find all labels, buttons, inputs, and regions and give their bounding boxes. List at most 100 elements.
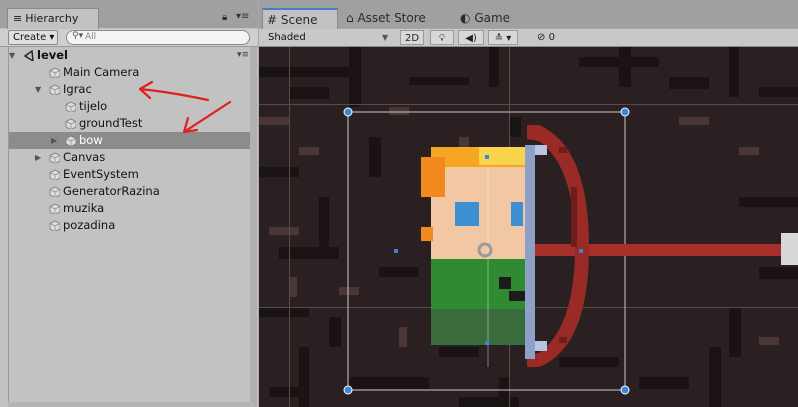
eye-slash-icon: ⊘ [537, 32, 546, 43]
create-button[interactable]: Create ▾ [8, 30, 58, 45]
hierarchy-item[interactable]: groundTest [9, 115, 255, 132]
background-tile [559, 357, 619, 367]
audio-toggle-icon[interactable]: ◀) [458, 30, 484, 45]
hierarchy-item-label: pozadina [63, 218, 116, 232]
scene-unity-icon [23, 50, 34, 61]
lock-icon[interactable]: 🔒︎ [222, 12, 227, 23]
2d-toggle-button[interactable]: 2D [400, 30, 424, 45]
background-tile [669, 77, 709, 89]
hierarchy-item[interactable]: Main Camera [9, 64, 255, 81]
hierarchy-item-label: tijelo [79, 99, 108, 113]
hierarchy-item-label: EventSystem [63, 167, 139, 181]
row-menu-icon[interactable]: ▾≡ [237, 47, 249, 64]
hierarchy-item-label: groundTest [79, 116, 143, 130]
game-icon: ◐ [460, 11, 471, 25]
background-tile [349, 377, 429, 389]
background-tile [489, 47, 499, 87]
bow-string [525, 145, 535, 359]
hierarchy-item-label: Main Camera [63, 65, 140, 79]
background-tile [639, 377, 689, 389]
resize-edge-handle[interactable] [579, 249, 583, 253]
background-tile [259, 67, 349, 77]
hierarchy-tab[interactable]: ≡ Hierarchy [7, 8, 99, 29]
resize-corner-handle[interactable] [620, 107, 630, 117]
hierarchy-item[interactable]: ▼ level ▾≡ [9, 47, 255, 64]
character-hair [421, 227, 433, 241]
character-eye [455, 202, 479, 226]
hierarchy-item-label: muzika [63, 201, 105, 215]
scene-viewport[interactable] [259, 47, 798, 407]
background-tile [289, 87, 329, 99]
tab-game[interactable]: ◐ Game [460, 8, 510, 29]
hierarchy-item-label: bow [79, 133, 103, 147]
background-tile [299, 147, 319, 155]
resize-edge-handle[interactable] [485, 341, 489, 345]
tab-game-label: Game [474, 11, 511, 25]
gameobject-cube-icon [65, 135, 76, 146]
background-tile [279, 247, 339, 259]
character-belt [509, 291, 525, 301]
lighting-toggle-icon[interactable]: 💡︎ [430, 30, 454, 45]
panel-menu-icon[interactable]: ▾≡ [236, 11, 249, 22]
hierarchy-scrollbar[interactable] [250, 47, 257, 407]
create-button-label: Create [13, 32, 47, 43]
hierarchy-list: ▼ level ▾≡ Main Camera ▼ Igrac tijelo groundTes… [8, 47, 255, 403]
background-tile [509, 117, 521, 137]
bow-tip [535, 145, 547, 155]
scene-grid-icon: # [267, 13, 278, 27]
gameobject-cube-icon [65, 101, 76, 112]
gameobject-cube-icon [49, 186, 60, 197]
bow-shade [559, 147, 567, 153]
gameobject-cube-icon [49, 169, 60, 180]
hierarchy-item[interactable]: EventSystem [9, 166, 255, 183]
hierarchy-item-label: GeneratorRazina [63, 184, 160, 198]
expand-down-icon[interactable]: ▼ [9, 47, 15, 64]
scene-tabbar [259, 0, 798, 28]
tab-asset-store-label: Asset Store [357, 11, 426, 25]
hierarchy-bottom-strip [8, 402, 254, 407]
background-tile [389, 107, 409, 115]
tab-scene[interactable]: # Scene [262, 8, 338, 29]
arrowhead [781, 233, 798, 265]
hierarchy-item[interactable]: pozadina [9, 217, 255, 234]
hierarchy-item[interactable]: ▶ Canvas [9, 149, 255, 166]
hierarchy-list-icon: ≡ [13, 12, 23, 25]
effects-dropdown-icon[interactable]: ≛ ▾ [488, 30, 518, 45]
tab-asset-store[interactable]: ⌂ Asset Store [346, 8, 426, 29]
resize-edge-handle[interactable] [485, 155, 489, 159]
background-tile [759, 337, 779, 345]
expand-right-icon[interactable]: ▶ [51, 132, 57, 149]
tab-scene-label: Scene [280, 13, 318, 27]
character-pants [431, 309, 525, 345]
background-tile [759, 267, 798, 279]
hierarchy-item[interactable]: ▶ bow [9, 132, 255, 149]
resize-corner-handle[interactable] [343, 385, 353, 395]
chevron-down-icon: ▼ [382, 33, 389, 42]
hidden-objects-toggle[interactable]: ⊘ 0 [526, 30, 566, 45]
background-tile [619, 47, 631, 87]
background-tile [679, 117, 709, 125]
resize-corner-handle[interactable] [343, 107, 353, 117]
resize-corner-handle[interactable] [620, 385, 630, 395]
search-icon[interactable]: ⚲▾ [72, 31, 83, 41]
expand-right-icon[interactable]: ▶ [35, 149, 41, 166]
background-tile [399, 327, 407, 347]
character-eye [511, 202, 523, 226]
resize-edge-handle[interactable] [394, 249, 398, 253]
search-input[interactable]: All [66, 30, 250, 45]
hierarchy-item[interactable]: ▼ Igrac [9, 81, 255, 98]
hierarchy-item[interactable]: GeneratorRazina [9, 183, 255, 200]
hierarchy-tab-label: Hierarchy [25, 12, 79, 25]
gameobject-cube-icon [49, 67, 60, 78]
hierarchy-item-label: Igrac [63, 82, 92, 96]
grid-line [259, 104, 798, 105]
shading-mode-dropdown[interactable]: Shaded [264, 30, 390, 45]
background-tile [329, 317, 341, 347]
background-tile [269, 387, 299, 397]
expand-down-icon[interactable]: ▼ [35, 81, 41, 98]
hierarchy-item[interactable]: muzika [9, 200, 255, 217]
sprite-divider [487, 167, 489, 367]
background-tile [739, 197, 798, 207]
background-tile [269, 227, 299, 235]
hierarchy-item[interactable]: tijelo [9, 98, 255, 115]
